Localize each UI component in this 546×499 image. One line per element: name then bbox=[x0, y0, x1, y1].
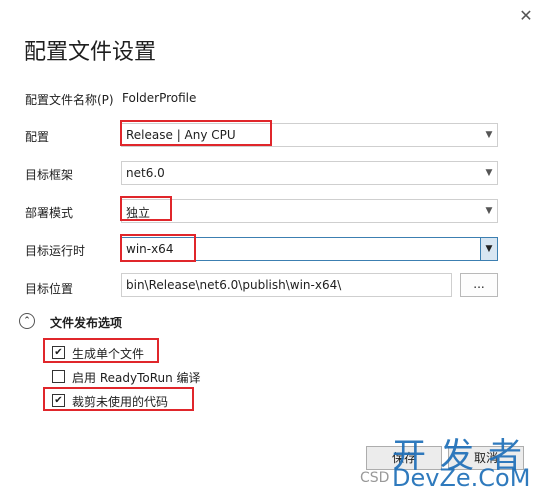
browse-button[interactable]: ... bbox=[460, 273, 498, 297]
target-location-label: 目标位置 bbox=[25, 282, 74, 296]
watermark-devze-en: DevZe.CoM bbox=[392, 464, 531, 492]
file-publish-options-title: 文件发布选项 bbox=[50, 316, 123, 330]
chevron-down-icon[interactable]: ▼ bbox=[480, 238, 497, 260]
highlight-box-single-file bbox=[43, 338, 159, 363]
chevron-down-icon[interactable]: ▼ bbox=[481, 200, 497, 222]
dialog-title: 配置文件设置 bbox=[24, 40, 157, 65]
ready-to-run-checkbox[interactable] bbox=[52, 370, 65, 383]
chevron-down-icon[interactable]: ▼ bbox=[481, 124, 497, 146]
target-framework-select[interactable]: net6.0 ▼ bbox=[121, 161, 498, 185]
deployment-mode-label: 部署模式 bbox=[25, 206, 74, 220]
target-framework-value: net6.0 bbox=[126, 166, 165, 180]
highlight-box-configuration bbox=[120, 120, 272, 146]
publish-profile-settings-dialog: 配置文件设置 ✕ 配置文件名称(P) FolderProfile 配置 Rele… bbox=[0, 0, 546, 499]
profile-name-label: 配置文件名称(P) bbox=[25, 93, 114, 107]
close-icon[interactable]: ✕ bbox=[516, 6, 536, 26]
profile-name-value: FolderProfile bbox=[122, 91, 197, 105]
target-framework-label: 目标框架 bbox=[25, 168, 74, 182]
watermark-csdn-prefix: CSD bbox=[360, 470, 390, 486]
highlight-box-deployment-mode bbox=[120, 196, 172, 221]
collapse-chevron-icon[interactable]: ⌃ bbox=[19, 313, 35, 329]
highlight-box-trim-unused-code bbox=[43, 387, 194, 411]
target-location-input[interactable]: bin\Release\net6.0\publish\win-x64\ bbox=[121, 273, 452, 297]
target-location-value: bin\Release\net6.0\publish\win-x64\ bbox=[126, 278, 342, 292]
ready-to-run-label[interactable]: 启用 ReadyToRun 编译 bbox=[72, 369, 201, 386]
highlight-box-target-runtime bbox=[120, 234, 196, 262]
configuration-label: 配置 bbox=[25, 130, 50, 144]
deployment-mode-select[interactable]: 独立 ▼ bbox=[121, 199, 498, 223]
chevron-down-icon[interactable]: ▼ bbox=[481, 162, 497, 184]
target-runtime-label: 目标运行时 bbox=[25, 244, 86, 258]
